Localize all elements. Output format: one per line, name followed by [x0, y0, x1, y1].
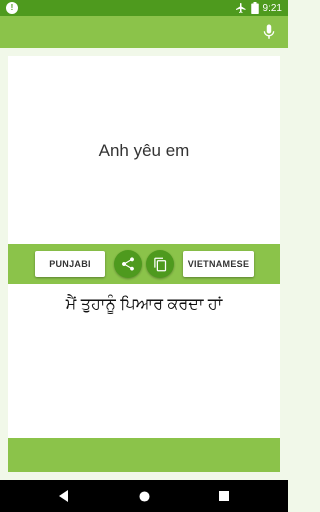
- battery-icon: [250, 2, 259, 14]
- status-bar: ! 9:21: [0, 0, 288, 16]
- share-button[interactable]: [114, 250, 142, 278]
- source-text[interactable]: Anh yêu em: [8, 141, 280, 161]
- copy-icon: [153, 257, 166, 271]
- back-icon: [59, 490, 68, 502]
- source-language-button[interactable]: PUNJABI: [35, 251, 105, 277]
- language-control-bar: PUNJABI VIETNAMESE: [8, 244, 280, 284]
- home-icon: [138, 490, 150, 502]
- microphone-icon: [263, 24, 275, 39]
- app-bar: [0, 16, 288, 48]
- share-icon: [122, 257, 134, 271]
- recent-apps-button[interactable]: [216, 488, 232, 504]
- recent-apps-icon: [219, 491, 229, 501]
- translated-text: ਮੈਂ ਤੁਹਾਨੂੰ ਪਿਆਰ ਕਰਦਾ ਹਾਂ: [65, 296, 223, 313]
- navigation-bar: [0, 480, 288, 512]
- source-text-panel[interactable]: Anh yêu em: [8, 56, 280, 244]
- home-button[interactable]: [136, 488, 152, 504]
- copy-button[interactable]: [146, 250, 174, 278]
- microphone-button[interactable]: [260, 23, 278, 41]
- status-time: 9:21: [262, 2, 282, 14]
- notification-icon: !: [6, 2, 18, 14]
- translation-panel: ਮੈਂ ਤੁਹਾਨੂੰ ਪਿਆਰ ਕਰਦਾ ਹਾਂ: [8, 276, 280, 438]
- airplane-icon: [235, 3, 246, 13]
- back-button[interactable]: [56, 488, 72, 504]
- status-right-group: 9:21: [235, 1, 282, 15]
- target-language-button[interactable]: VIETNAMESE: [183, 251, 254, 277]
- bottom-band: [8, 438, 280, 472]
